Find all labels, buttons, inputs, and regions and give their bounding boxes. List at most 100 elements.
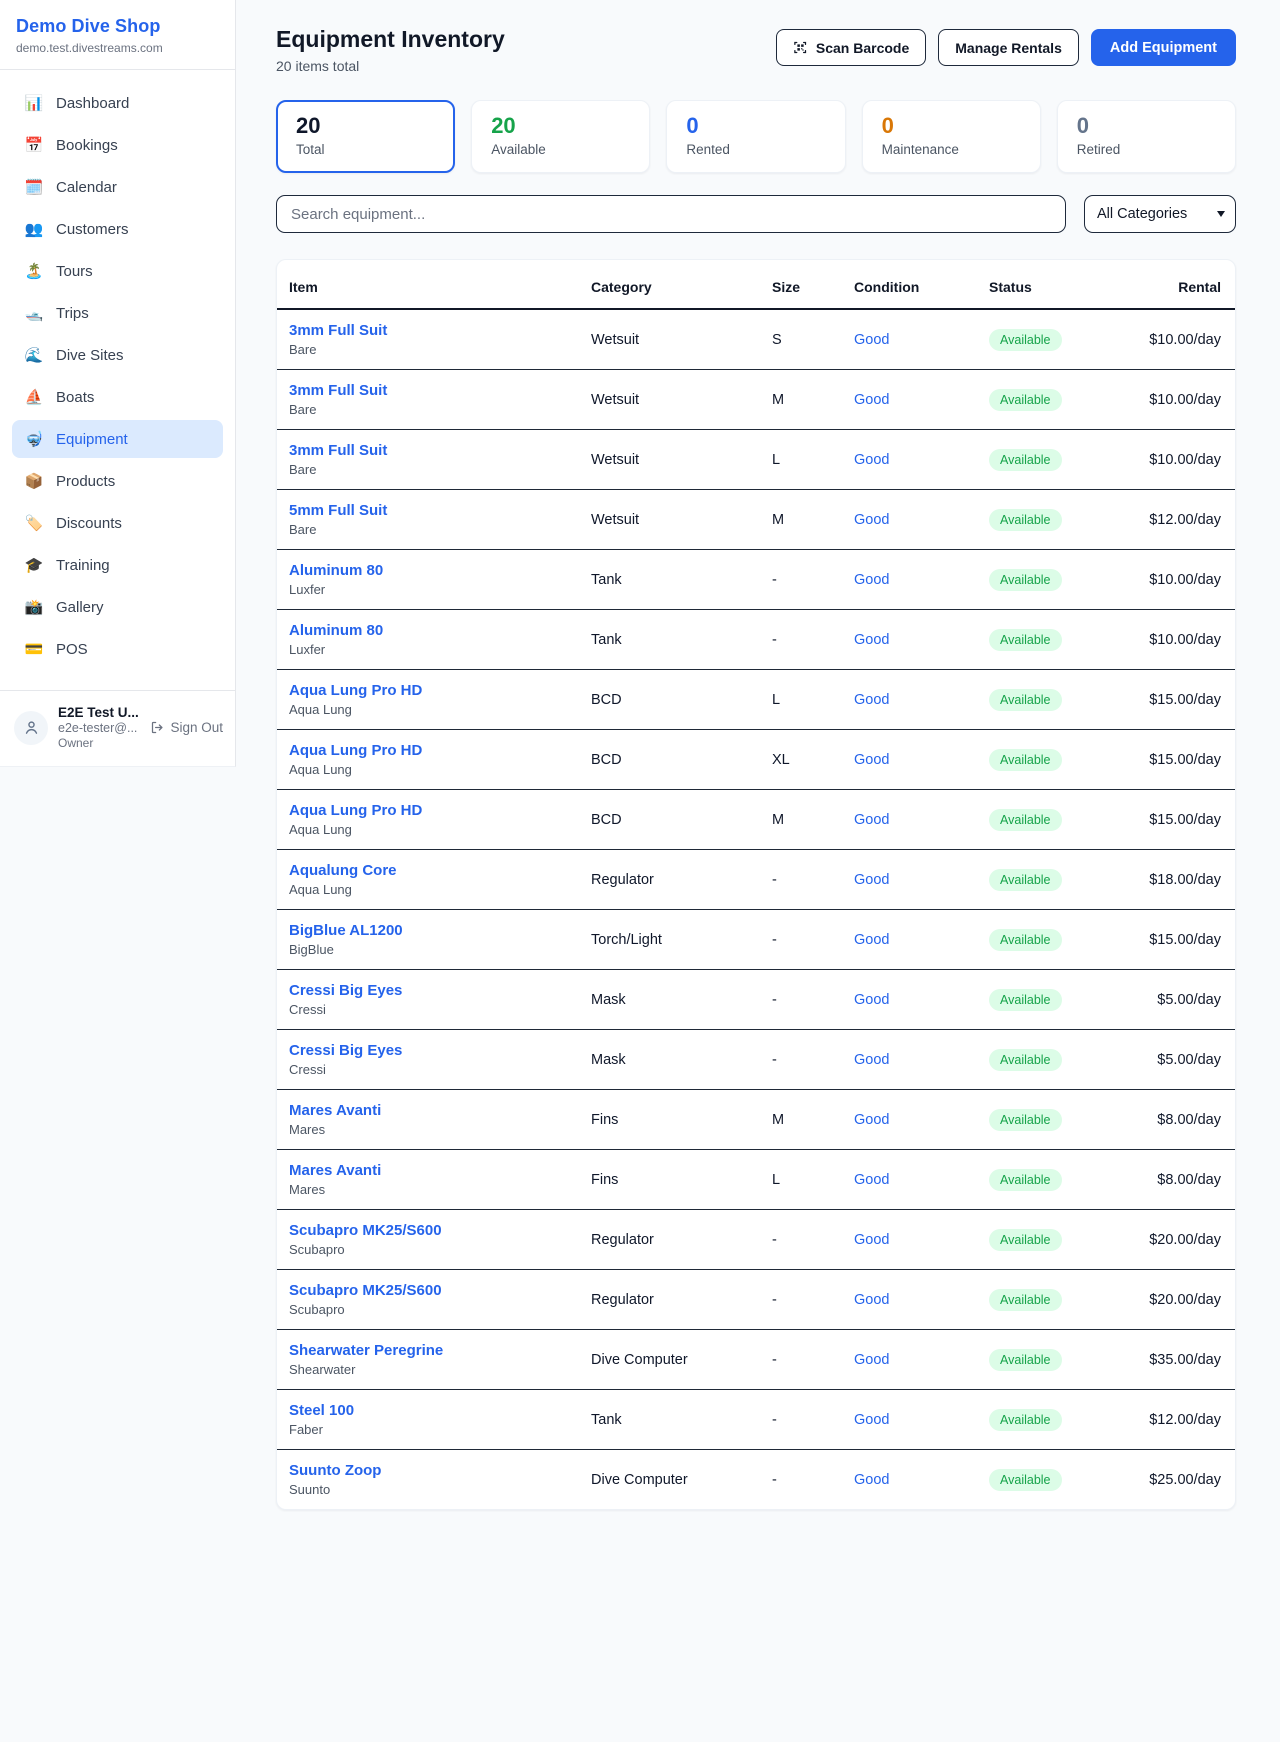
item-category: Wetsuit [583,370,764,430]
item-category: Regulator [583,1210,764,1270]
sidebar-item-calendar[interactable]: 🗓️ Calendar [12,168,223,206]
table-header-row: Item Category Size Condition Status Rent… [277,260,1236,309]
add-equipment-label: Add Equipment [1110,40,1217,56]
shop-name[interactable]: Demo Dive Shop [16,16,219,37]
camera-flash-icon: 📸 [24,598,44,616]
status-badge: Available [989,1469,1062,1491]
item-name-link[interactable]: Cressi Big Eyes [289,1042,575,1059]
sidebar-item-label: Discounts [56,515,122,532]
item-rental-rate: $10.00/day [1121,550,1236,610]
item-size: - [764,1210,846,1270]
item-condition: Good [846,1150,981,1210]
stat-card-rented[interactable]: 0 Rented [666,100,845,173]
sidebar-item-products[interactable]: 📦 Products [12,462,223,500]
sidebar-item-gallery[interactable]: 📸 Gallery [12,588,223,626]
user-info: E2E Test U... e2e-tester@... Owner [58,705,140,750]
sidebar-item-label: Training [56,557,110,574]
stat-card-maintenance[interactable]: 0 Maintenance [862,100,1041,173]
sidebar-item-tours[interactable]: 🏝️ Tours [12,252,223,290]
item-size: M [764,370,846,430]
item-name-link[interactable]: Mares Avanti [289,1162,575,1179]
sidebar-item-trips[interactable]: 🛥️ Trips [12,294,223,332]
item-name-link[interactable]: 5mm Full Suit [289,502,575,519]
people-icon: 👥 [24,220,44,238]
item-name-link[interactable]: Steel 100 [289,1402,575,1419]
item-rental-rate: $15.00/day [1121,730,1236,790]
item-condition: Good [846,430,981,490]
spiral-calendar-icon: 🗓️ [24,178,44,196]
item-name-link[interactable]: Aqualung Core [289,862,575,879]
sign-out-button[interactable]: Sign Out [150,720,223,735]
category-select[interactable]: All Categories [1084,195,1236,233]
stat-card-retired[interactable]: 0 Retired [1057,100,1236,173]
sidebar-item-label: Bookings [56,137,118,154]
item-name-link[interactable]: Cressi Big Eyes [289,982,575,999]
item-name-link[interactable]: Suunto Zoop [289,1462,575,1479]
item-size: - [764,550,846,610]
item-condition: Good [846,1390,981,1450]
item-name-link[interactable]: 3mm Full Suit [289,322,575,339]
status-badge: Available [989,1289,1062,1311]
item-size: M [764,790,846,850]
item-brand: Suunto [289,1482,575,1497]
stat-label: Rented [686,142,825,157]
column-header-condition: Condition [846,260,981,309]
item-name-link[interactable]: 3mm Full Suit [289,442,575,459]
sidebar-item-discounts[interactable]: 🏷️ Discounts [12,504,223,542]
scan-barcode-button[interactable]: Scan Barcode [776,29,926,66]
manage-rentals-button[interactable]: Manage Rentals [938,29,1079,66]
status-badge: Available [989,1109,1062,1131]
column-header-rental: Rental [1121,260,1236,309]
status-badge: Available [989,329,1062,351]
item-category: Regulator [583,850,764,910]
sidebar-item-label: Equipment [56,431,128,448]
table-row: BigBlue AL1200 BigBlue Torch/Light - Goo… [277,910,1236,970]
item-name-link[interactable]: Aluminum 80 [289,562,575,579]
item-category: Mask [583,1030,764,1090]
item-condition: Good [846,1270,981,1330]
item-brand: Aqua Lung [289,762,575,777]
item-brand: Bare [289,522,575,537]
item-name-link[interactable]: Aqua Lung Pro HD [289,802,575,819]
status-badge: Available [989,1169,1062,1191]
main-content: Equipment Inventory 20 items total Scan … [236,0,1280,1690]
item-condition: Good [846,1330,981,1390]
sidebar-item-label: Boats [56,389,94,406]
item-name-link[interactable]: Aqua Lung Pro HD [289,742,575,759]
item-brand: Cressi [289,1002,575,1017]
table-row: Aluminum 80 Luxfer Tank - Good Available… [277,550,1236,610]
sidebar-item-pos[interactable]: 💳 POS [12,630,223,668]
search-input[interactable] [276,195,1066,233]
item-name-link[interactable]: Aqua Lung Pro HD [289,682,575,699]
stat-card-available[interactable]: 20 Available [471,100,650,173]
sidebar-item-dashboard[interactable]: 📊 Dashboard [12,84,223,122]
item-name-link[interactable]: 3mm Full Suit [289,382,575,399]
add-equipment-button[interactable]: Add Equipment [1091,29,1236,66]
sidebar-item-customers[interactable]: 👥 Customers [12,210,223,248]
sign-out-label: Sign Out [170,720,223,735]
sidebar-item-bookings[interactable]: 📅 Bookings [12,126,223,164]
item-name-link[interactable]: Scubapro MK25/S600 [289,1282,575,1299]
item-brand: Luxfer [289,642,575,657]
status-badge: Available [989,569,1062,591]
item-name-link[interactable]: Aluminum 80 [289,622,575,639]
item-rental-rate: $20.00/day [1121,1270,1236,1330]
item-name-link[interactable]: Shearwater Peregrine [289,1342,575,1359]
item-name-link[interactable]: BigBlue AL1200 [289,922,575,939]
item-condition: Good [846,970,981,1030]
item-condition: Good [846,670,981,730]
category-select-wrap: All Categories [1084,195,1236,233]
stat-card-total[interactable]: 20 Total [276,100,455,173]
sidebar-item-label: Calendar [56,179,117,196]
item-name-link[interactable]: Mares Avanti [289,1102,575,1119]
bar-chart-icon: 📊 [24,94,44,112]
item-name-link[interactable]: Scubapro MK25/S600 [289,1222,575,1239]
sidebar-item-boats[interactable]: ⛵ Boats [12,378,223,416]
item-rental-rate: $15.00/day [1121,670,1236,730]
sidebar-item-equipment[interactable]: 🤿 Equipment [12,420,223,458]
sidebar-item-label: Gallery [56,599,104,616]
item-size: XL [764,730,846,790]
item-brand: Cressi [289,1062,575,1077]
sidebar-item-training[interactable]: 🎓 Training [12,546,223,584]
sidebar-item-dive-sites[interactable]: 🌊 Dive Sites [12,336,223,374]
